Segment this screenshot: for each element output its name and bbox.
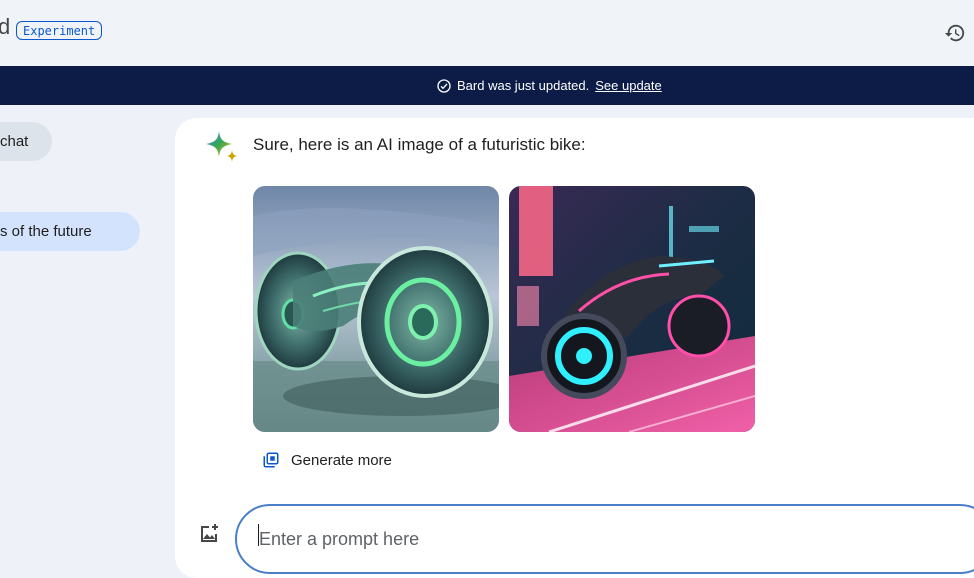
futuristic-bike-image-1 xyxy=(253,186,499,432)
history-button[interactable] xyxy=(940,18,970,48)
futuristic-bike-image-2 xyxy=(509,186,755,432)
generate-more-button[interactable]: Generate more xyxy=(262,448,392,472)
text-cursor xyxy=(258,524,259,546)
check-circle-icon xyxy=(437,78,451,93)
app-title: d xyxy=(0,14,11,39)
bard-sparkle-icon xyxy=(206,131,237,162)
banner-message: Bard was just updated. xyxy=(457,78,590,93)
recent-chat-label: s of the future xyxy=(0,223,92,240)
update-banner: Bard was just updated. See update xyxy=(0,66,974,105)
top-bar: d Experiment xyxy=(0,0,974,66)
generate-more-label: Generate more xyxy=(291,451,392,469)
experiment-badge: Experiment xyxy=(16,21,103,40)
history-icon xyxy=(944,24,965,42)
recent-chat-item[interactable]: s of the future xyxy=(0,212,140,251)
prompt-input[interactable] xyxy=(235,504,974,574)
image-stack-icon xyxy=(263,452,279,468)
response-text: Sure, here is an AI image of a futuristi… xyxy=(253,135,586,154)
ai-image-bike-1[interactable] xyxy=(253,186,499,432)
add-image-icon[interactable] xyxy=(197,522,221,546)
new-chat-label: chat xyxy=(0,133,29,150)
ai-image-bike-2[interactable] xyxy=(509,186,755,432)
new-chat-button[interactable]: chat xyxy=(0,122,52,161)
see-update-link[interactable]: See update xyxy=(595,78,662,93)
